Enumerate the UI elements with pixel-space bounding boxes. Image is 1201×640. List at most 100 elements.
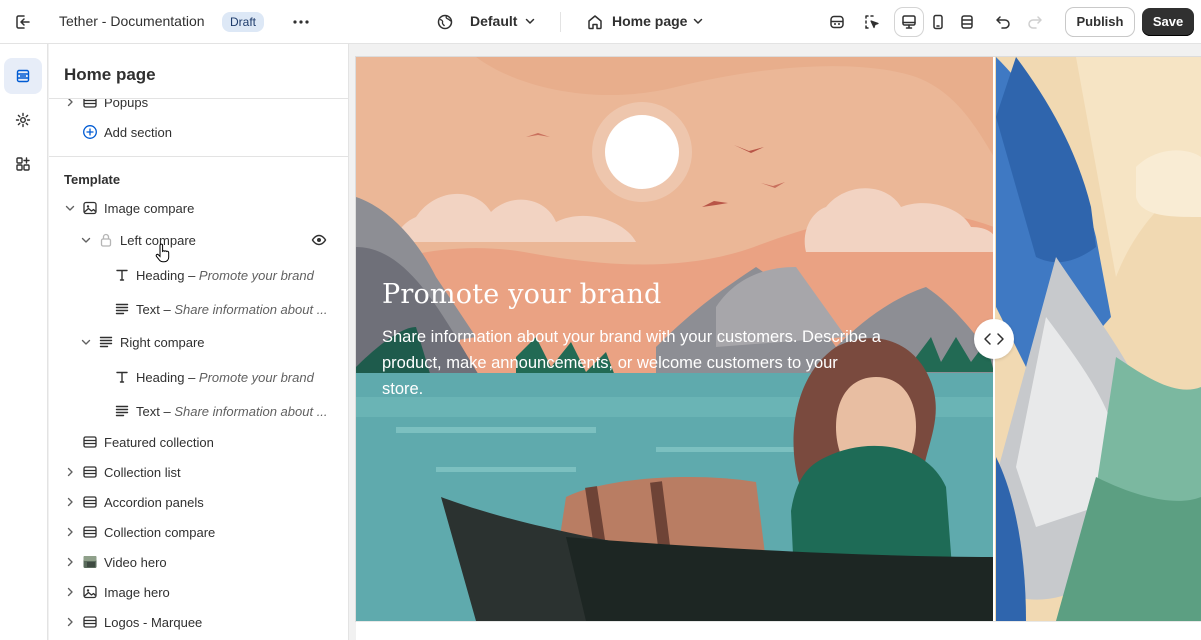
block-row-left-text[interactable]: Text – Share information about ... <box>49 295 348 323</box>
chevron-down-icon[interactable] <box>80 336 92 348</box>
template-heading: Template <box>64 172 121 187</box>
block-name: Heading <box>136 268 185 283</box>
inspect-icon[interactable] <box>858 8 886 36</box>
block-name: Heading <box>136 370 185 385</box>
section-row-video-hero[interactable]: Video hero <box>49 548 348 576</box>
text-block-icon <box>115 303 129 315</box>
section-icon <box>83 436 97 448</box>
block-row-right-text[interactable]: Text – Share information about ... <box>49 397 348 425</box>
apps-icon[interactable] <box>4 146 42 182</box>
block-label: Right compare <box>120 335 205 350</box>
left-rail <box>0 44 48 640</box>
section-row-image-hero[interactable]: Image hero <box>49 578 348 606</box>
sidebar-header: Home page <box>49 44 348 99</box>
section-row-logos-marquee[interactable]: Logos - Marquee <box>49 608 348 636</box>
video-thumbnail-icon <box>83 556 97 568</box>
text-block-icon <box>115 405 129 417</box>
block-label: Heading – Promote your brand <box>136 268 314 283</box>
section-icon <box>83 616 97 628</box>
text-type-icon <box>116 371 128 383</box>
eye-icon[interactable] <box>311 232 327 248</box>
theme-preview[interactable]: Promote your brand Share information abo… <box>356 57 1201 621</box>
chevron-right-icon[interactable] <box>64 496 76 508</box>
block-row-right-heading[interactable]: Heading – Promote your brand <box>49 363 348 391</box>
more-horizontal-icon[interactable] <box>290 11 312 33</box>
chevron-right-icon[interactable] <box>64 466 76 478</box>
sidebar: Home page Popups Add section Template Im… <box>49 44 349 640</box>
hero-body-text: Share information about your brand with … <box>382 328 881 398</box>
exit-icon[interactable] <box>12 11 34 33</box>
section-row-collection-list[interactable]: Collection list <box>49 458 348 486</box>
ai-icon[interactable] <box>823 8 851 36</box>
lock-icon <box>100 233 112 247</box>
full-width-icon[interactable] <box>953 8 981 36</box>
block-label: Heading – Promote your brand <box>136 370 314 385</box>
section-label: Video hero <box>104 555 167 570</box>
chevron-right-icon[interactable] <box>64 526 76 538</box>
section-row-image-compare[interactable]: Image compare <box>49 194 348 222</box>
add-section-button[interactable]: Add section <box>49 118 348 146</box>
mobile-view-icon[interactable] <box>924 8 952 36</box>
section-row-collection-compare[interactable]: Collection compare <box>49 518 348 546</box>
undo-icon[interactable] <box>989 8 1017 36</box>
block-label: Text – Share information about ... <box>136 404 328 419</box>
section-label: Accordion panels <box>104 495 204 510</box>
chevron-right-icon[interactable] <box>64 586 76 598</box>
block-name: Text <box>136 302 160 317</box>
chevron-right-icon[interactable] <box>64 556 76 568</box>
page-selector[interactable]: Home page <box>612 13 687 29</box>
chevron-down-icon[interactable] <box>64 202 76 214</box>
chevron-down-icon[interactable] <box>524 15 536 30</box>
publish-button[interactable]: Publish <box>1066 8 1134 36</box>
toolbar-divider <box>560 12 561 32</box>
section-label: Image compare <box>104 201 195 216</box>
section-label: Collection compare <box>104 525 216 540</box>
chevron-right-icon[interactable] <box>64 616 76 628</box>
sections-icon[interactable] <box>4 58 42 94</box>
hand-cursor-icon <box>155 243 170 263</box>
locale-selector[interactable]: Default <box>470 13 517 29</box>
block-row-right-compare[interactable]: Right compare <box>49 328 348 356</box>
block-row-left-heading[interactable]: Heading – Promote your brand <box>49 261 348 289</box>
preview-bottom-edge <box>356 621 1201 640</box>
block-label: Text – Share information about ... <box>136 302 328 317</box>
section-row-accordion-panels[interactable]: Accordion panels <box>49 488 348 516</box>
block-name: Text <box>136 404 160 419</box>
separator-dash: – <box>163 302 171 317</box>
section-row-featured-collection[interactable]: Featured collection <box>49 428 348 456</box>
image-icon <box>83 585 97 599</box>
desktop-view-icon[interactable] <box>895 8 923 36</box>
block-row-left-compare[interactable]: Left compare <box>49 226 348 254</box>
section-label: Image hero <box>104 585 170 600</box>
compare-slider-handle[interactable] <box>974 319 1014 359</box>
plus-circle-icon <box>83 125 97 139</box>
section-label: Collection list <box>104 465 181 480</box>
section-label: Logos - Marquee <box>104 615 203 630</box>
hero-text-block: Promote your brand Share information abo… <box>382 279 902 402</box>
save-button[interactable]: Save <box>1142 8 1194 36</box>
section-label: Featured collection <box>104 435 214 450</box>
block-preview-text: Promote your brand <box>198 268 314 283</box>
chevrons-left-right-icon <box>984 333 1004 345</box>
section-icon <box>83 526 97 538</box>
separator-dash: – <box>163 404 171 419</box>
settings-gear-icon[interactable] <box>4 102 42 138</box>
image-icon <box>83 201 97 215</box>
chevron-down-icon[interactable] <box>80 234 92 246</box>
status-badge: Draft <box>222 12 265 32</box>
hero-heading: Promote your brand <box>382 279 662 310</box>
separator-dash: – <box>188 268 196 283</box>
block-preview-text: Share information about ... <box>174 404 328 419</box>
block-preview-text: Share information about ... <box>174 302 328 317</box>
theme-name: Tether - Documentation <box>59 13 205 29</box>
page-title: Home page <box>64 65 156 84</box>
top-bar: Tether - Documentation Draft Default Hom… <box>0 0 1201 44</box>
chevron-down-icon[interactable] <box>692 15 704 30</box>
text-type-icon <box>116 269 128 281</box>
text-block-icon <box>99 336 113 348</box>
home-icon <box>586 13 604 34</box>
redo-icon[interactable] <box>1021 8 1049 36</box>
block-preview-text: Promote your brand <box>198 370 314 385</box>
section-icon <box>83 496 97 508</box>
add-section-label: Add section <box>104 125 172 140</box>
